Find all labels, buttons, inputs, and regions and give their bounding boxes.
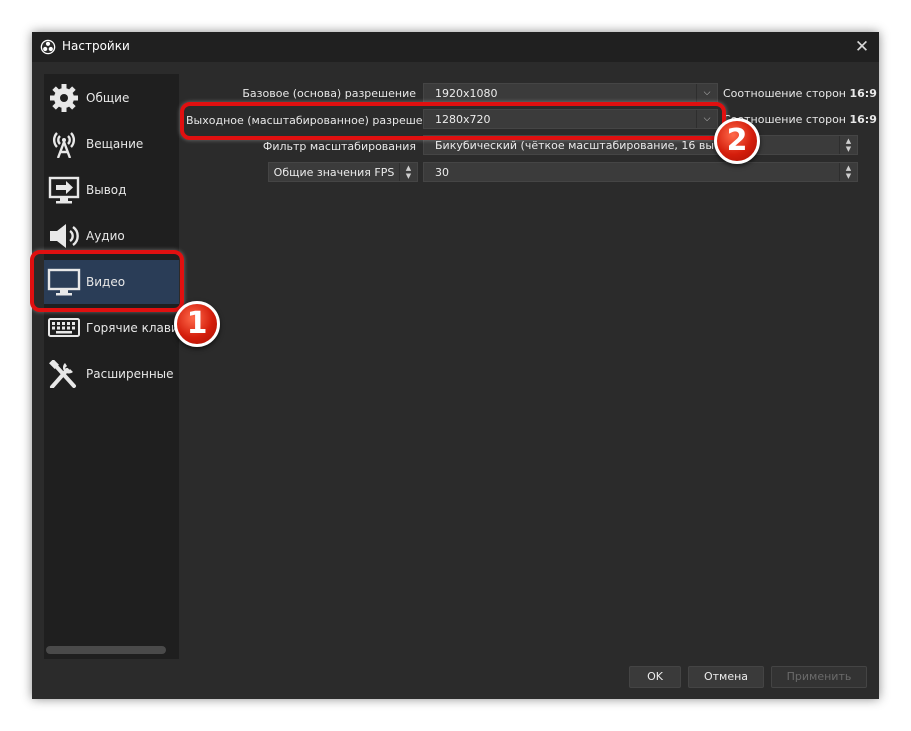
fps-value: 30: [435, 166, 449, 179]
sidebar-item-label: Вывод: [86, 183, 127, 197]
spin-updown-icon: ▲ ▼: [839, 136, 857, 154]
base-aspect-ratio: Соотношение сторон 16:9: [723, 87, 877, 100]
keyboard-icon: [47, 314, 81, 342]
downscale-filter-label: Фильтр масштабирования: [262, 140, 416, 153]
base-resolution-value: 1920x1080: [435, 87, 498, 100]
tools-icon: [47, 360, 81, 388]
ok-button[interactable]: OK: [629, 666, 681, 688]
close-button[interactable]: ✕: [851, 36, 873, 58]
step-badge-1: 1: [174, 301, 220, 347]
spin-updown-icon: ▲ ▼: [399, 163, 417, 181]
base-resolution-label: Базовое (основа) разрешение: [242, 87, 416, 100]
fps-type-value: Общие значения FPS: [273, 166, 395, 179]
base-resolution-combo[interactable]: 1920x1080 ⌵: [423, 83, 718, 103]
speaker-icon: [47, 222, 81, 250]
monitor-icon: [47, 268, 81, 296]
apply-button[interactable]: Применить: [771, 666, 867, 688]
fps-value-combo[interactable]: 30 ▲ ▼: [423, 162, 858, 182]
cancel-button[interactable]: Отмена: [688, 666, 764, 688]
sidebar-item-label: Аудио: [86, 229, 125, 243]
output-monitor-arrow-icon: [47, 176, 81, 204]
broadcast-antenna-icon: [47, 130, 81, 158]
fps-type-combo[interactable]: Общие значения FPS ▲ ▼: [268, 162, 418, 182]
close-icon: ✕: [854, 37, 870, 57]
chevron-down-icon: ⌵: [696, 84, 717, 102]
gear-icon: [47, 84, 81, 112]
chevron-down-icon: ⌵: [696, 110, 717, 128]
sidebar-item-label: Общие: [86, 91, 130, 105]
output-resolution-combo[interactable]: 1280x720 ⌵: [423, 109, 718, 129]
base-aspect-label: Соотношение сторон: [723, 87, 846, 100]
sidebar-item-audio[interactable]: Аудио: [44, 214, 179, 258]
sidebar-item-label: Вещание: [86, 137, 144, 151]
sidebar-item-general[interactable]: Общие: [44, 76, 179, 120]
downscale-filter-value: Бикубический (чёткое масштабирование, 16…: [435, 139, 753, 152]
sidebar-item-label: Горячие клавиши: [86, 321, 179, 335]
settings-sidebar: Общие Вещание Вывод Аудио Видео Горячие …: [44, 74, 179, 659]
base-aspect-value: 16:9: [849, 87, 877, 100]
sidebar-item-stream[interactable]: Вещание: [44, 122, 179, 166]
sidebar-item-advanced[interactable]: Расширенные: [44, 352, 179, 396]
obs-logo-icon: [40, 39, 56, 55]
spin-updown-icon: ▲ ▼: [839, 163, 857, 181]
sidebar-item-video[interactable]: Видео: [44, 260, 179, 304]
sidebar-item-hotkeys[interactable]: Горячие клавиши: [44, 306, 179, 350]
output-aspect-value: 16:9: [849, 113, 877, 126]
sidebar-item-output[interactable]: Вывод: [44, 168, 179, 212]
sidebar-horizontal-scrollbar[interactable]: [46, 646, 166, 654]
sidebar-item-label: Видео: [86, 275, 126, 289]
sidebar-item-label: Расширенные: [86, 367, 174, 381]
title-bar: Настройки ✕: [32, 32, 879, 62]
window-title: Настройки: [62, 39, 130, 53]
step-badge-2: 2: [714, 118, 760, 164]
output-resolution-label: Выходное (масштабированное) разрешение: [186, 114, 444, 127]
downscale-filter-combo[interactable]: Бикубический (чёткое масштабирование, 16…: [423, 135, 858, 155]
output-resolution-value: 1280x720: [435, 113, 491, 126]
